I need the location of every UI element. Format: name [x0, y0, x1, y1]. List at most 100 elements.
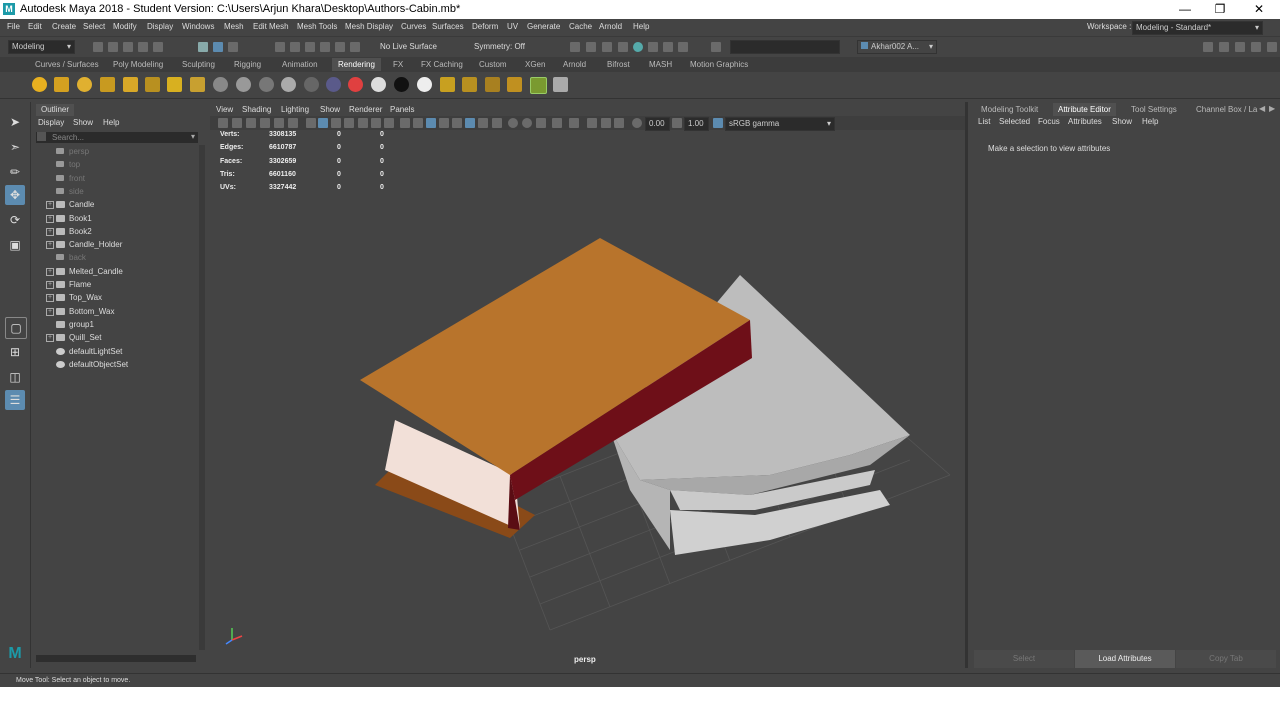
menu-generate[interactable]: Generate [527, 22, 560, 31]
select-button[interactable]: Select [974, 650, 1074, 668]
field-chart-icon[interactable] [358, 118, 368, 128]
menu-deform[interactable]: Deform [472, 22, 498, 31]
ae-menu-list[interactable]: List [978, 117, 990, 126]
viewport-menu-panels[interactable]: Panels [390, 105, 414, 114]
undo-icon[interactable] [138, 42, 148, 52]
layered-shader-icon[interactable] [326, 77, 341, 92]
light-link-icon[interactable] [553, 77, 568, 92]
expand-icon[interactable]: + [46, 334, 54, 343]
single-perspective-layout-icon[interactable]: ▢ [5, 317, 27, 339]
resolution-gate-icon[interactable] [331, 118, 341, 128]
menu-create[interactable]: Create [52, 22, 76, 31]
render-sequence-icon[interactable] [586, 42, 596, 52]
menu-surfaces[interactable]: Surfaces [432, 22, 464, 31]
use-background-icon[interactable] [394, 77, 409, 92]
batch-render-icon[interactable] [530, 77, 547, 94]
shelf-tab-rigging[interactable]: Rigging [234, 60, 261, 69]
outliner-item-bottom-wax[interactable]: + Bottom_Wax [31, 305, 201, 318]
live-surface-label[interactable]: No Live Surface [380, 42, 437, 51]
film-gate-icon[interactable] [318, 118, 328, 128]
outliner-horizontal-scrollbar[interactable] [36, 655, 196, 662]
expand-icon[interactable]: + [46, 214, 54, 223]
menu-arnold[interactable]: Arnold [599, 22, 622, 31]
tool-settings-toggle-icon[interactable] [1235, 42, 1245, 52]
menu-file[interactable]: File [7, 22, 20, 31]
outliner-item-melted-candle[interactable]: + Melted_Candle [31, 265, 201, 278]
arnold-render-icon[interactable] [663, 42, 673, 52]
camera-attributes-icon[interactable] [232, 118, 242, 128]
outliner-menu-help[interactable]: Help [103, 118, 119, 127]
outliner-item-quill-set[interactable]: + Quill_Set [31, 331, 201, 344]
outliner-layout-icon[interactable]: ☰ [5, 390, 25, 410]
2d-pan-zoom-icon[interactable] [274, 118, 284, 128]
menu-mesh-tools[interactable]: Mesh Tools [297, 22, 337, 31]
render-current-frame-icon[interactable] [440, 77, 455, 92]
menu-edit[interactable]: Edit [28, 22, 42, 31]
outliner-item-front[interactable]: front [31, 172, 201, 185]
maximize-button[interactable]: ❐ [1205, 2, 1235, 16]
smooth-shade-icon[interactable] [413, 118, 423, 128]
directional-light-icon[interactable] [54, 77, 69, 92]
paint-select-tool-icon[interactable]: ✏ [5, 162, 25, 182]
color-management-icon[interactable] [713, 118, 723, 128]
textured-icon[interactable] [426, 118, 436, 128]
workspace-dropdown[interactable]: Modeling - Standard* ▾ [1132, 21, 1263, 35]
open-scene-icon[interactable] [108, 42, 118, 52]
scale-tool-icon[interactable]: ▣ [5, 235, 25, 255]
motion-blur-icon[interactable] [522, 118, 532, 128]
outliner-item-candle-holder[interactable]: + Candle_Holder [31, 238, 201, 251]
ae-menu-help[interactable]: Help [1142, 117, 1158, 126]
minimize-button[interactable]: — [1170, 2, 1200, 16]
outliner-item-book2[interactable]: + Book2 [31, 225, 201, 238]
wireframe-icon[interactable] [400, 118, 410, 128]
point-light-icon[interactable] [32, 77, 47, 92]
outliner-item-top-wax[interactable]: + Top_Wax [31, 291, 201, 304]
copy-tab-button[interactable]: Copy Tab [1176, 650, 1276, 668]
camera-aim-up-icon[interactable] [190, 77, 205, 92]
outliner-search-input[interactable]: Search... ▾ [36, 132, 198, 143]
menu-uv[interactable]: UV [507, 22, 518, 31]
outliner-item-candle[interactable]: + Candle [31, 198, 201, 211]
menu-help[interactable]: Help [633, 22, 649, 31]
menu-mesh-display[interactable]: Mesh Display [345, 22, 393, 31]
outliner-item-flame[interactable]: + Flame [31, 278, 201, 291]
hypershade-icon[interactable] [633, 42, 643, 52]
snap-vertex-icon[interactable] [350, 42, 360, 52]
expand-icon[interactable]: + [46, 267, 54, 276]
outliner-menu-show[interactable]: Show [73, 118, 93, 127]
viewport-menu-lighting[interactable]: Lighting [281, 105, 309, 114]
menu-curves[interactable]: Curves [401, 22, 426, 31]
outliner-item-book1[interactable]: + Book1 [31, 212, 201, 225]
menu-windows[interactable]: Windows [182, 22, 214, 31]
gate-mask-icon[interactable] [344, 118, 354, 128]
snap-grid-icon[interactable] [275, 42, 285, 52]
scroll-tabs-left-icon[interactable]: ◀ [1259, 104, 1265, 113]
bookmark-icon[interactable] [246, 118, 256, 128]
select-component-icon[interactable] [228, 42, 238, 52]
phong-shader-icon[interactable] [259, 77, 274, 92]
command-input[interactable] [730, 40, 840, 54]
ipr-icon[interactable] [462, 77, 477, 92]
shadows-icon[interactable] [452, 118, 462, 128]
channel-box-toggle-icon[interactable] [1251, 42, 1261, 52]
blinn-shader-icon[interactable] [236, 77, 251, 92]
shelf-tab-custom[interactable]: Custom [479, 60, 507, 69]
camera-aim-icon[interactable] [167, 77, 182, 92]
spot-light-icon[interactable] [77, 77, 92, 92]
tab-attribute-editor[interactable]: Attribute Editor [1053, 103, 1116, 116]
shelf-tab-poly-modeling[interactable]: Poly Modeling [113, 60, 163, 69]
exposure-icon[interactable] [632, 118, 642, 128]
scroll-tabs-right-icon[interactable]: ▶ [1269, 104, 1275, 113]
tab-channel-box[interactable]: Channel Box / La [1196, 105, 1257, 114]
menu-mesh[interactable]: Mesh [224, 22, 244, 31]
ae-menu-show[interactable]: Show [1112, 117, 1132, 126]
viewport-menu-renderer[interactable]: Renderer [349, 105, 382, 114]
ae-menu-selected[interactable]: Selected [999, 117, 1030, 126]
expand-icon[interactable]: + [46, 201, 54, 210]
tab-modeling-toolkit[interactable]: Modeling Toolkit [981, 105, 1038, 114]
ipr-render-icon[interactable] [602, 42, 612, 52]
redo-icon[interactable] [153, 42, 163, 52]
exposure-input[interactable]: 0.00 [645, 117, 670, 131]
render-view-icon[interactable] [648, 42, 658, 52]
menu-display[interactable]: Display [147, 22, 173, 31]
